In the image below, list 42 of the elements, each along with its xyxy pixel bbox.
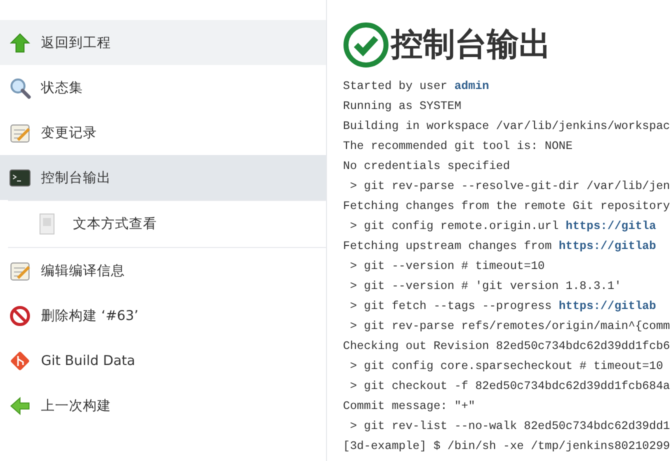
sidebar-item[interactable]: Git Build Data [0, 338, 326, 383]
document-icon [39, 213, 55, 235]
console-line: Running as SYSTEM [343, 99, 462, 115]
sidebar-item[interactable]: 变更记录 [0, 110, 326, 155]
console-line: > git rev-parse refs/remotes/origin/main^{comm [348, 319, 671, 335]
console-line: > git --version # 'git version 1.8.3.1' [348, 279, 622, 295]
terminal-icon [9, 166, 31, 188]
console-line: The recommended git tool is: NONE [343, 139, 574, 155]
notepad-icon [9, 260, 31, 282]
console-line: Commit message: "+" [343, 399, 476, 415]
success-check-icon [343, 22, 389, 68]
left-arrow-icon [9, 394, 31, 416]
notepad-icon [9, 122, 31, 144]
console-line: > git config remote.origin.url https://gitla [348, 219, 658, 235]
sidebar-item[interactable]: 编辑编译信息 [0, 248, 326, 293]
page-title: 控制台输出 [391, 24, 551, 65]
console-line: Fetching upstream changes from https://gitlab [343, 239, 658, 255]
console-link[interactable]: https://gitlab [558, 240, 656, 253]
console-line: > git rev-parse --resolve-git-dir /var/lib/jen [348, 179, 671, 195]
sidebar-item[interactable]: 返回到工程 [0, 20, 326, 65]
console-line: No credentials specified [343, 159, 511, 175]
console-line: Checking out Revision 82ed50c734bdc62d39dd1fcb6 [343, 339, 671, 355]
console-line: Fetching changes from the remote Git repository [343, 199, 671, 215]
console-link[interactable]: https://gitla [566, 220, 656, 233]
console-line: > git config core.sparsecheckout # timeout=10 [348, 359, 664, 375]
console-link[interactable]: https://gitlab [558, 300, 656, 313]
forbidden-icon [9, 304, 31, 326]
magnifier-icon [9, 76, 31, 98]
console-line: > git rev-list --no-walk 82ed50c734bdc62d39dd1 [348, 419, 671, 435]
up-arrow-icon [9, 32, 31, 54]
console-line: > git checkout -f 82ed50c734bdc62d39dd1fcb684a [348, 379, 671, 395]
console-line: Started by user admin [343, 79, 490, 95]
sidebar-subitem[interactable]: 文本方式查看 [8, 200, 326, 248]
sidebar-item[interactable]: 控制台输出 [0, 155, 326, 200]
console-line: > git fetch --tags --progress https://gitlab [348, 299, 658, 315]
console-line: Building in workspace /var/lib/jenkins/workspac [343, 119, 671, 135]
console-link[interactable]: admin [454, 80, 490, 93]
console-line: > git --version # timeout=10 [348, 259, 546, 275]
sidebar-item[interactable]: 状态集 [0, 65, 326, 110]
sidebar-item[interactable]: 上一次构建 [0, 383, 326, 428]
console-line: [3d-example] $ /bin/sh -xe /tmp/jenkins80210299 [343, 439, 671, 455]
sidebar-item[interactable]: 删除构建 ‘#63’ [0, 293, 326, 338]
